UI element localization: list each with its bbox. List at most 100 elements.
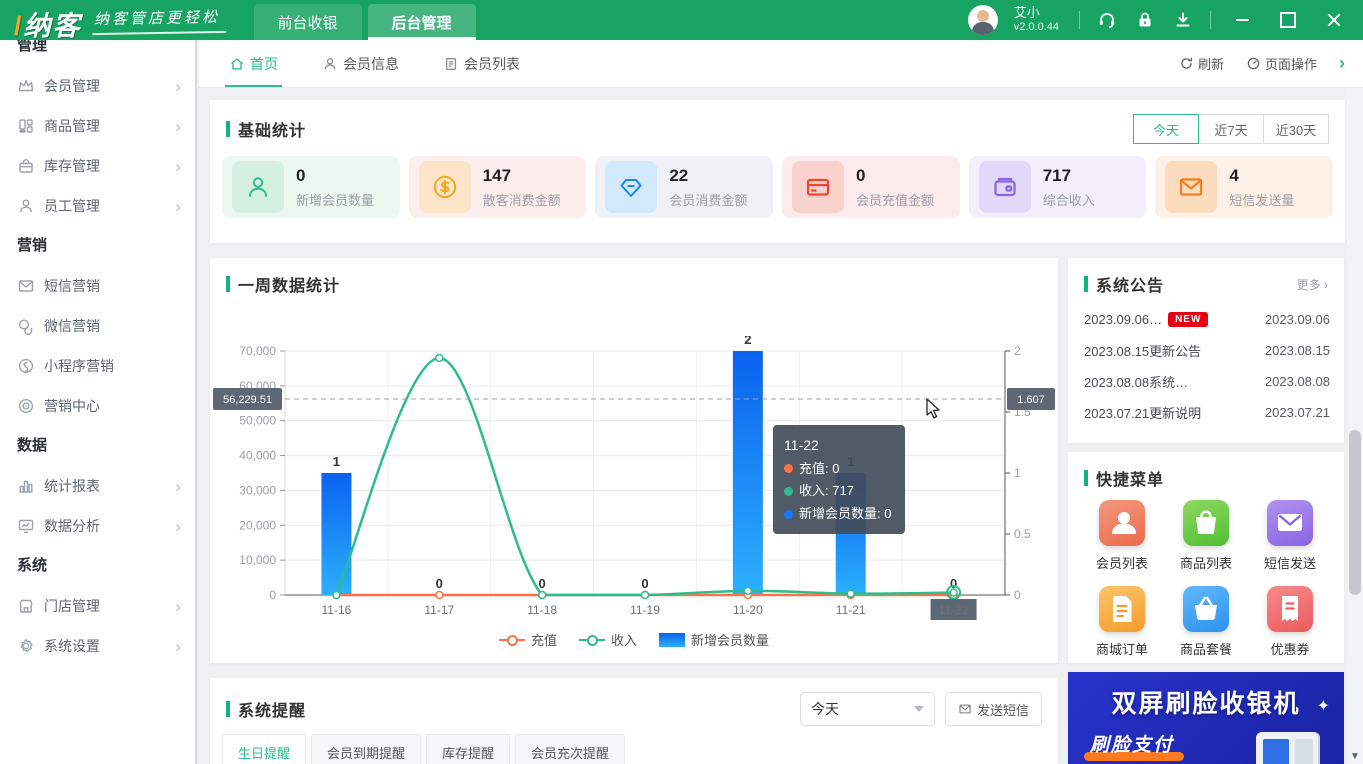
main-scrollbar[interactable]: ▼ [1347,88,1363,764]
sidebar-item-wechat-marketing[interactable]: 微信营销 [0,306,195,346]
sidebar-item-miniapp-marketing[interactable]: 小程序营销 [0,346,195,386]
tab-inventory-reminder[interactable]: 库存提醒 [426,734,510,764]
wallet-icon [979,161,1031,213]
app-version: v2.0.0.44 [1014,21,1059,34]
sidebar-item-settings[interactable]: 系统设置 › [0,626,195,666]
quick-member-list[interactable]: 会员列表 [1080,500,1164,572]
sidebar-item-sms-marketing[interactable]: 短信营销 [0,266,195,306]
sidebar-item-label: 短信营销 [44,276,181,296]
tab-member-info[interactable]: 会员信息 [322,40,399,87]
sidebar-item-analytics[interactable]: 数据分析 › [0,506,195,546]
target-icon [17,397,35,415]
legend-item-income[interactable]: 收入 [579,630,637,649]
stat-label: 散客消费金额 [483,190,561,209]
stat-label: 综合收入 [1043,190,1095,209]
user-name: 艾小 [1014,6,1059,21]
legend-item-recharge[interactable]: 充值 [499,630,557,649]
notice-date: 2023.07.21 [1265,405,1330,420]
stat-value: 4 [1229,166,1294,186]
sidebar-item-label: 微信营销 [44,316,181,336]
sidebar-item-label: 会员管理 [44,76,175,96]
sidebar-item-inventory[interactable]: 库存管理 › [0,146,195,186]
quick-coupons[interactable]: 优惠券 [1248,586,1332,658]
quick-menu-title: 快捷菜单 [1096,466,1164,490]
app-slogan: 纳客管店更轻松 [91,5,225,34]
notice-row[interactable]: 2023.09.06… NEW 2023.09.06 [1084,304,1330,335]
more-link[interactable]: 更多 › [1297,276,1328,293]
sidebar-item-label: 员工管理 [44,196,175,216]
scrollbar-down-arrow[interactable]: ▼ [1349,751,1361,763]
tab-home[interactable]: 首页 [229,40,278,87]
tooltip-row-text: 充值: 0 [799,458,839,481]
reminder-date-select[interactable]: 今天 [800,692,935,726]
title-accent-bar [1084,276,1088,292]
customer-service-icon[interactable] [1096,9,1118,31]
svg-text:11-21: 11-21 [836,603,866,617]
tab-birthday-reminder[interactable]: 生日提醒 [222,734,306,764]
svg-text:0: 0 [1014,588,1021,602]
notice-row[interactable]: 2023.07.21更新说明 2023.07.21 [1084,397,1330,428]
svg-text:1.607: 1.607 [1017,394,1045,406]
bar-chart-icon [17,477,35,495]
sidebar-item-stores[interactable]: 门店管理 › [0,586,195,626]
quick-menu-panel: 快捷菜单 会员列表 商品列表 短信发送 商城订单 [1068,452,1344,663]
tab-member-recharge-reminder[interactable]: 会员充次提醒 [515,734,625,764]
chevron-right-icon: › [175,638,181,655]
svg-text:0: 0 [269,588,276,602]
user-avatar[interactable] [968,5,998,35]
storage-icon [17,157,35,175]
sidebar-item-members[interactable]: 会员管理 › [0,66,195,106]
window-maximize-button[interactable] [1273,9,1303,31]
sidebar-item-staff[interactable]: 员工管理 › [0,186,195,226]
coupon-icon [1267,586,1313,632]
ad-banner[interactable]: 双屏刷脸收银机 刷脸支付 ✦ [1068,672,1344,764]
lock-icon[interactable] [1134,9,1156,31]
notice-row[interactable]: 2023.08.08系统… 2023.08.08 [1084,366,1330,397]
weekly-chart-panel: 一周数据统计 010,00020,00030,00040,00050,00060… [210,258,1058,663]
notices-title: 系统公告 [1096,272,1164,296]
range-7days-button[interactable]: 近7天 [1198,114,1264,144]
notice-date: 2023.08.08 [1265,374,1330,389]
legend-item-new-members[interactable]: 新增会员数量 [659,630,769,649]
scrollbar-thumb[interactable] [1349,430,1361,595]
system-notices-panel: 系统公告 更多 › 2023.09.06… NEW 2023.09.06 202… [1068,258,1344,443]
gear-icon [17,637,35,655]
sidebar-item-marketing-center[interactable]: 营销中心 [0,386,195,426]
divider [1079,11,1080,29]
sidebar-item-reports[interactable]: 统计报表 › [0,466,195,506]
sidebar-item-goods[interactable]: 商品管理 › [0,106,195,146]
goods-list-icon [1183,500,1229,546]
ad-headline: 双屏刷脸收银机 [1068,684,1344,720]
chevron-right-icon: › [175,78,181,95]
title-accent-bar [1084,470,1088,486]
sidebar-item-label: 门店管理 [44,596,175,616]
svg-text:11-17: 11-17 [424,603,454,617]
refresh-button[interactable]: 刷新 [1179,54,1224,73]
page-operations-button[interactable]: 页面操作 [1246,54,1317,73]
notice-text: 2023.08.08系统… [1084,372,1188,391]
miniapp-icon [17,357,35,375]
tab-member-list[interactable]: 会员列表 [443,40,520,87]
collapse-chevron-icon[interactable]: › [1339,53,1345,74]
nav-tab-frontdesk[interactable]: 前台收银 [254,4,362,40]
send-sms-button[interactable]: 发送短信 [945,692,1042,726]
quick-sms-send[interactable]: 短信发送 [1248,500,1332,572]
range-today-button[interactable]: 今天 [1133,114,1199,144]
window-minimize-button[interactable] [1227,9,1257,31]
gauge-icon [1246,56,1261,71]
nav-tab-backoffice[interactable]: 后台管理 [368,4,476,40]
quick-goods-combo[interactable]: 商品套餐 [1164,586,1248,658]
svg-text:2: 2 [1014,344,1021,358]
pos-machine-illustration [1256,732,1320,764]
quick-mall-orders[interactable]: 商城订单 [1080,586,1164,658]
svg-text:11-20: 11-20 [733,603,763,617]
range-30days-button[interactable]: 近30天 [1263,114,1329,144]
notice-row[interactable]: 2023.08.15更新公告 2023.08.15 [1084,335,1330,366]
download-icon[interactable] [1172,9,1194,31]
svg-text:20,000: 20,000 [239,518,276,532]
quick-goods-list[interactable]: 商品列表 [1164,500,1248,572]
svg-text:11-16: 11-16 [322,603,352,617]
tab-member-expiry-reminder[interactable]: 会员到期提醒 [311,734,421,764]
window-close-button[interactable] [1319,9,1349,31]
series-dot [784,464,793,473]
